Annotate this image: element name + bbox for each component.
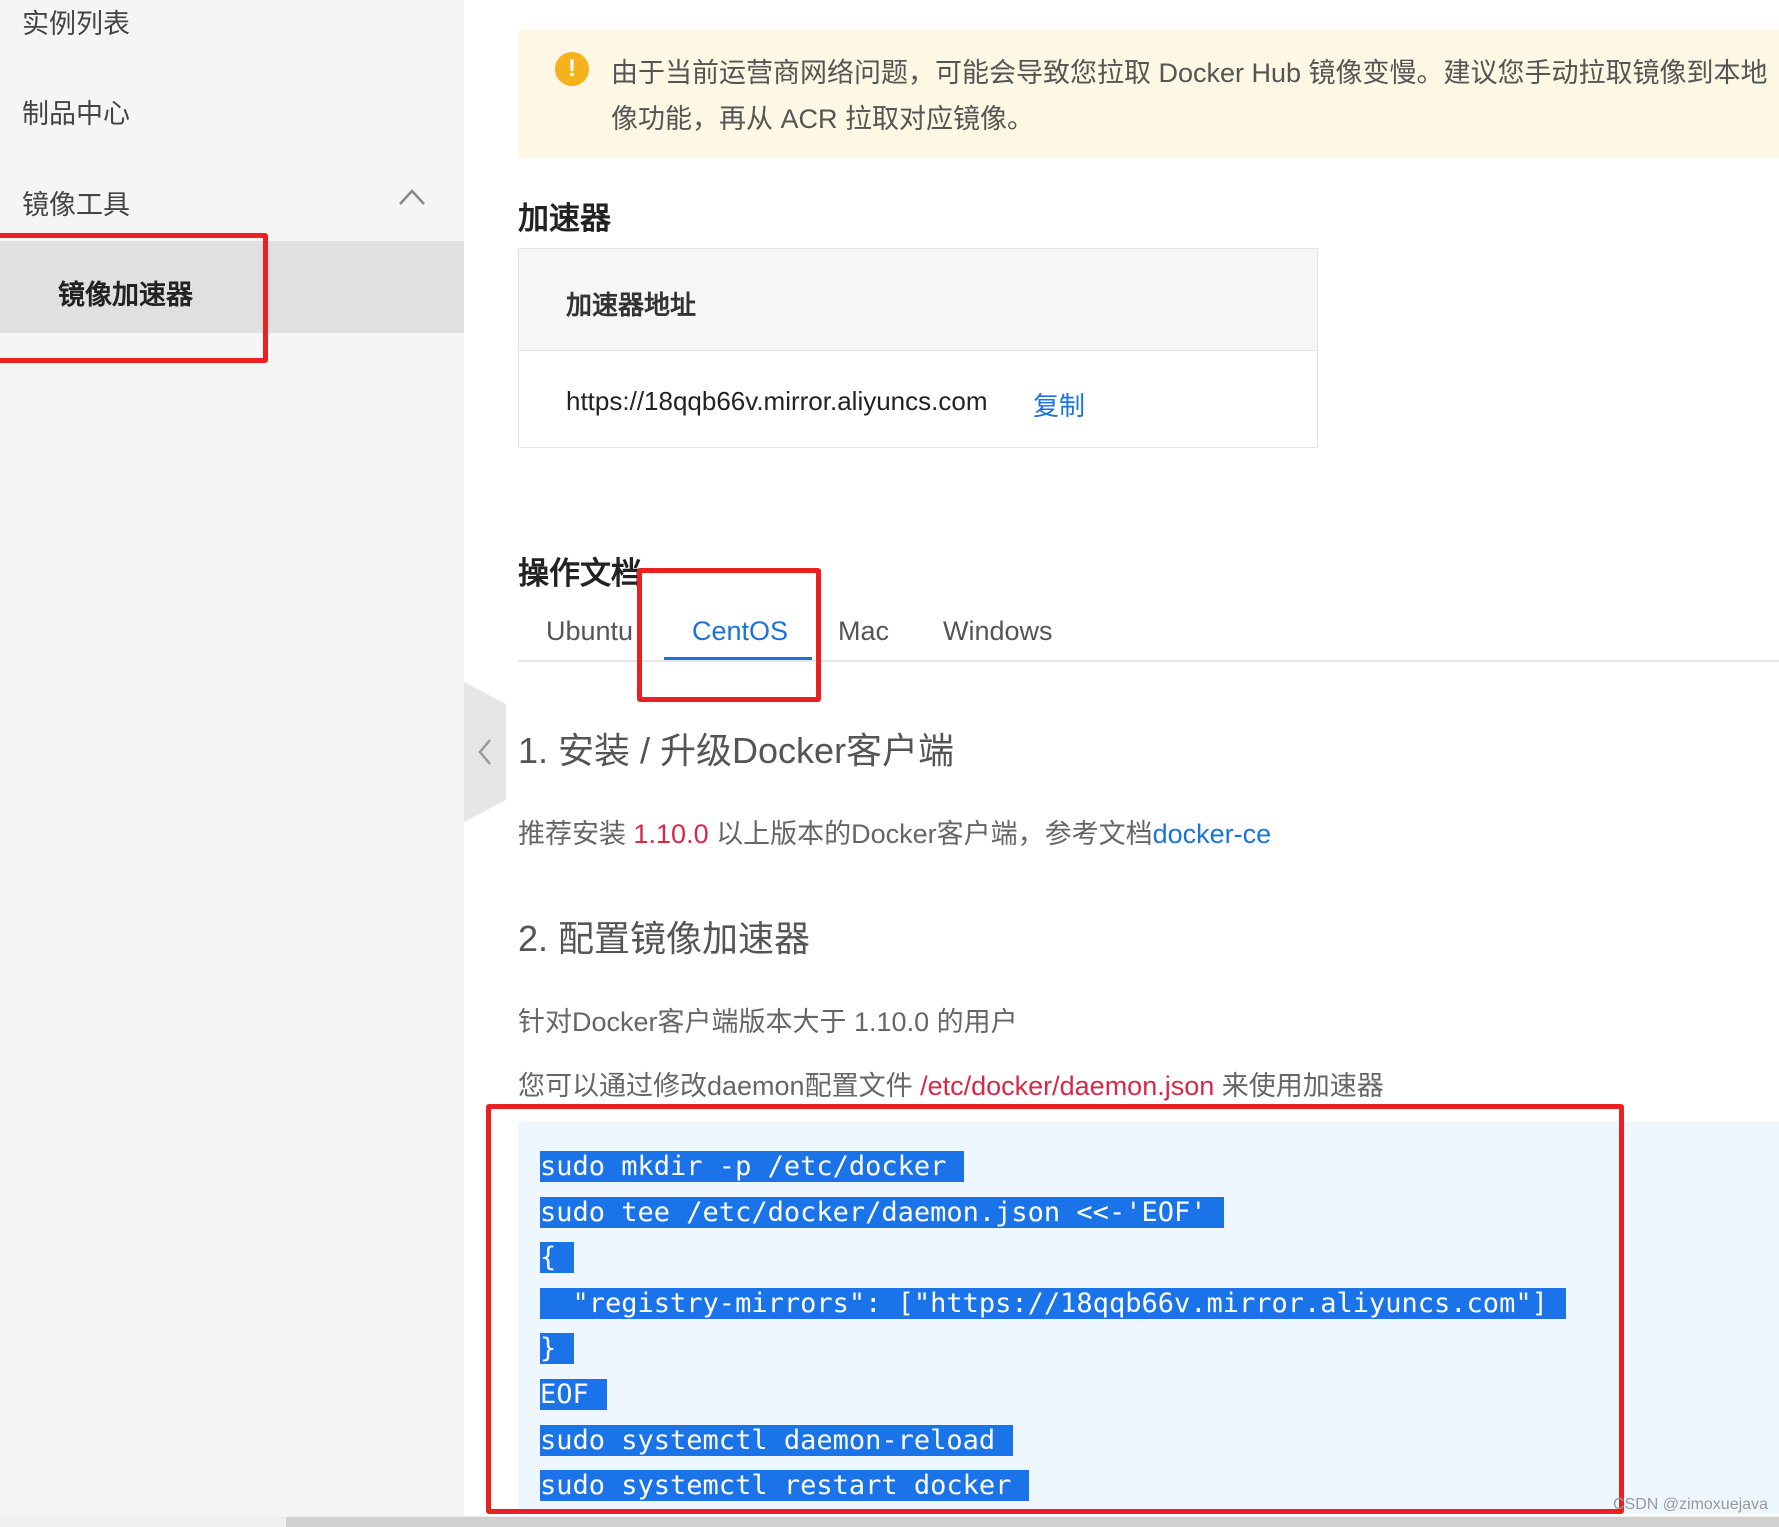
column-header-address: 加速器地址 — [566, 290, 697, 320]
notice-alert: ! 由于当前运营商网络问题，可能会导致您拉取 Docker Hub 镜像变慢。建… — [518, 30, 1779, 158]
sidebar-item-instance-list[interactable]: 实例列表 — [22, 2, 130, 41]
alert-text: 由于当前运营商网络问题，可能会导致您拉取 Docker Hub 镜像变慢。建议您… — [611, 50, 1779, 142]
warning-icon: ! — [555, 52, 589, 86]
section-install-heading: 1. 安装 / 升级Docker客户端 — [518, 730, 955, 771]
accelerator-table: 加速器地址 https://18qqb66v.mirror.aliyuncs.c… — [518, 248, 1318, 448]
docs-title: 操作文档 — [518, 556, 642, 591]
sidebar: 实例列表 制品中心 镜像工具 镜像加速器 — [0, 0, 464, 1527]
alert-line-2: 像功能，再从 ACR 拉取对应镜像。 — [611, 104, 1035, 134]
install-text-prefix: 推荐安装 — [518, 819, 634, 849]
sidebar-item-image-tools[interactable]: 镜像工具 — [22, 183, 130, 222]
alert-line-1: 由于当前运营商网络问题，可能会导致您拉取 Docker Hub 镜像变慢。建议您… — [611, 58, 1768, 88]
section-config-heading: 2. 配置镜像加速器 — [518, 918, 811, 959]
config-text-prefix: 您可以通过修改daemon配置文件 — [518, 1071, 921, 1101]
chevron-up-icon[interactable] — [398, 186, 426, 208]
sidebar-collapse-handle[interactable] — [464, 682, 506, 822]
install-paragraph: 推荐安装 1.10.0 以上版本的Docker客户端，参考文档docker-ce — [518, 812, 1271, 851]
accelerator-url[interactable]: https://18qqb66v.mirror.aliyuncs.com — [566, 386, 987, 417]
accelerator-title: 加速器 — [518, 201, 611, 236]
sidebar-item-artifact-center[interactable]: 制品中心 — [22, 92, 130, 131]
tab-ubuntu[interactable]: Ubuntu — [546, 616, 633, 647]
config-paragraph-1: 针对Docker客户端版本大于 1.10.0 的用户 — [518, 1007, 1018, 1037]
annotation-box-sidebar — [0, 233, 268, 363]
config-text-suffix: 来使用加速器 — [1214, 1071, 1384, 1101]
copy-button[interactable]: 复制 — [1033, 386, 1085, 423]
watermark: CSDN @zimoxuejava — [1613, 1496, 1768, 1513]
install-text-middle: 以上版本的Docker客户端，参考文档 — [708, 819, 1153, 849]
scrollbar-thumb[interactable] — [286, 1517, 1779, 1527]
accelerator-table-header: 加速器地址 — [519, 249, 1317, 351]
daemon-json-path: /etc/docker/daemon.json — [920, 1071, 1215, 1101]
annotation-box-code — [486, 1104, 1624, 1514]
tab-windows[interactable]: Windows — [943, 616, 1053, 647]
config-paragraph-2: 您可以通过修改daemon配置文件 /etc/docker/daemon.jso… — [518, 1064, 1384, 1103]
version-number: 1.10.0 — [633, 819, 709, 849]
annotation-box-centos-tab — [637, 568, 821, 702]
tab-mac[interactable]: Mac — [838, 616, 889, 647]
docker-ce-link[interactable]: docker-ce — [1153, 819, 1272, 849]
